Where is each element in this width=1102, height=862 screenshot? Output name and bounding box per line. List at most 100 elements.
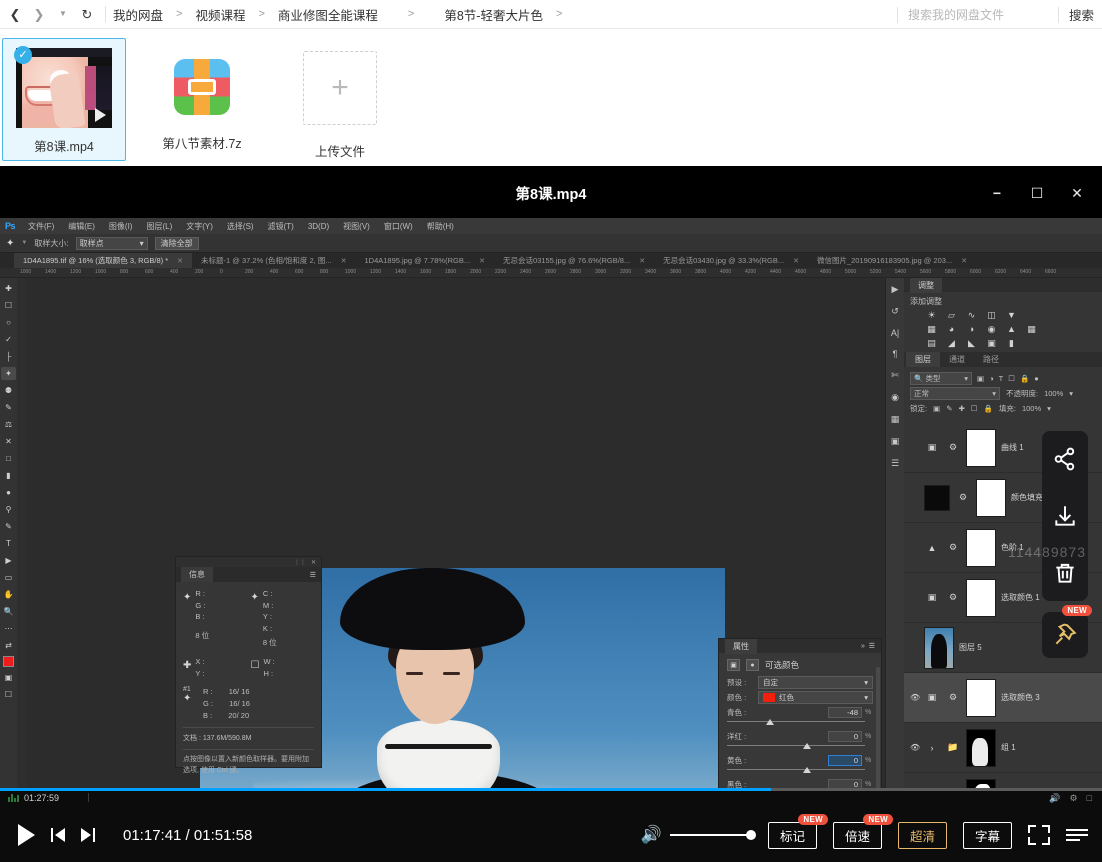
upload-file-button[interactable]: + 上传文件	[278, 38, 402, 161]
file-item-archive[interactable]: 第八节素材.7z	[140, 38, 264, 161]
lock-nesting-icon[interactable]: ☐	[971, 404, 978, 413]
filter-adjustment-icon[interactable]: ◑	[989, 374, 994, 383]
stamp-icon[interactable]: ⚖	[1, 418, 16, 431]
tab-channels[interactable]: 通道	[940, 352, 974, 367]
preset-select[interactable]: 自定 ▾	[758, 676, 873, 689]
healing-icon[interactable]: ⚉	[1, 384, 16, 397]
opacity-value[interactable]: 100%	[1044, 389, 1063, 398]
panel-menu-icon[interactable]: » ☰	[861, 642, 875, 650]
chevron-down-icon[interactable]: ▼	[21, 240, 27, 246]
yellow-value[interactable]: 0	[828, 755, 862, 766]
ps-tab-5[interactable]: 微信图片_20190916183905.jpg @ 203... ✕	[808, 253, 976, 268]
blend-mode-select[interactable]: 正常 ▾	[910, 387, 1000, 400]
path-select-icon[interactable]: ▶	[1, 554, 16, 567]
layer-mask-thumbnail[interactable]	[966, 578, 996, 617]
tab-layers[interactable]: 图层	[906, 352, 940, 367]
actions-icon[interactable]: ✄	[891, 370, 899, 381]
mini-volume-icon[interactable]: 🔊	[1049, 793, 1060, 804]
exposure-icon[interactable]: ◫	[986, 310, 997, 320]
close-icon[interactable]: ✕	[793, 257, 799, 265]
mini-fullscreen-icon[interactable]: □	[1087, 793, 1092, 804]
curves-icon[interactable]: ∿	[966, 310, 977, 320]
breadcrumb-item-3[interactable]: 第8节-轻奢大片色	[444, 5, 543, 24]
search-button[interactable]: 搜索	[1059, 5, 1102, 24]
ps-tab-0[interactable]: 1D4A1895.tif @ 16% (选取颜色 3, RGB/8) * ✕	[14, 253, 193, 268]
close-icon[interactable]: ✕	[341, 257, 347, 265]
selected-check-icon[interactable]: ✓	[14, 46, 32, 64]
breadcrumb-item-0[interactable]: 我的网盘	[113, 5, 163, 24]
eyedropper-icon[interactable]: ✦	[1, 367, 16, 380]
hue-icon[interactable]: ▦	[926, 324, 937, 334]
crop-icon[interactable]: ├	[1, 350, 16, 363]
colorbalance-icon[interactable]: ◕	[946, 324, 957, 334]
yellow-slider-track[interactable]	[727, 767, 873, 777]
chevron-down-icon[interactable]: ▼	[52, 3, 74, 25]
gradient-icon[interactable]: ▮	[1, 469, 16, 482]
filter-smart-icon[interactable]: 🔒	[1020, 374, 1029, 383]
cyan-slider-knob[interactable]	[766, 719, 775, 725]
ps-menu-3d[interactable]: 3D(D)	[301, 222, 336, 231]
back-icon[interactable]: ❮	[4, 3, 26, 25]
volume-knob[interactable]	[745, 830, 756, 840]
ps-tab-3[interactable]: 无忌会话03155.jpg @ 76.6%(RGB/8... ✕	[494, 253, 654, 268]
layer-thumbnail[interactable]	[924, 484, 950, 511]
speaker-icon[interactable]: 🔊	[641, 825, 662, 845]
download-icon[interactable]	[1052, 503, 1078, 529]
vibrance-icon[interactable]: ▼	[1006, 310, 1017, 320]
ps-menu-filter[interactable]: 滤镜(T)	[261, 221, 301, 232]
ps-tab-2[interactable]: 1D4A1895.jpg @ 7.78%(RGB... ✕	[355, 253, 493, 268]
panel-drag-handle[interactable]: ⋮⋮ ✕	[176, 557, 321, 567]
ps-menu-file[interactable]: 文件(F)	[21, 221, 61, 232]
hand-icon[interactable]: ✋	[1, 588, 16, 601]
levels-icon[interactable]: ▱	[946, 310, 957, 320]
selectivecolor-icon[interactable]: ▣	[986, 338, 997, 348]
eraser-icon[interactable]: □	[1, 452, 16, 465]
filter-shape-icon[interactable]: ☐	[1008, 374, 1015, 383]
share-icon[interactable]	[1052, 446, 1078, 472]
threshold-icon[interactable]: ◣	[966, 338, 977, 348]
properties-scrollbar[interactable]	[876, 667, 880, 797]
properties-panel-tab[interactable]: 属性	[725, 638, 757, 654]
colorlookup-icon[interactable]: ▦	[1026, 324, 1037, 334]
layer-mask-thumbnail[interactable]	[976, 478, 1006, 517]
progress-track[interactable]	[0, 788, 1102, 791]
color-select[interactable]: 红色 ▾	[758, 691, 873, 704]
character-icon[interactable]: A|	[891, 328, 899, 338]
playlist-icon[interactable]	[1066, 829, 1088, 841]
volume-slider[interactable]	[669, 830, 756, 840]
history-icon[interactable]: ↺	[891, 306, 899, 317]
table-row[interactable]: 👁 › 📁 组 1	[904, 723, 1102, 773]
layer-visibility-icon[interactable]: 👁	[910, 743, 920, 752]
magenta-value[interactable]: 0	[828, 731, 862, 742]
fullscreen-icon[interactable]	[1028, 825, 1050, 845]
dodge-icon[interactable]: ⚲	[1, 503, 16, 516]
ps-tab-1[interactable]: 未标题-1 @ 37.2% (色相/饱和度 2, 图... ✕	[192, 253, 355, 268]
layers-comp-icon[interactable]: ▦	[891, 414, 900, 425]
foreground-color-swatch[interactable]	[3, 656, 14, 667]
layer-mask-thumbnail[interactable]	[966, 678, 996, 717]
filter-pixel-icon[interactable]: ▣	[977, 374, 984, 383]
gradientmap-icon[interactable]: ▮	[1006, 338, 1017, 348]
lock-all-icon[interactable]: 🔒	[984, 404, 993, 413]
ps-menu-layer[interactable]: 图层(L)	[139, 221, 179, 232]
search-input[interactable]	[897, 1, 1058, 28]
ps-menu-type[interactable]: 文字(Y)	[179, 221, 220, 232]
play-icon[interactable]: ▶	[892, 284, 899, 295]
invert-icon[interactable]: ▤	[926, 338, 937, 348]
pen-icon[interactable]: ✎	[1, 520, 16, 533]
swap-colors-icon[interactable]: ⇄	[1, 639, 16, 652]
subtitle-button[interactable]: 字幕	[962, 821, 1012, 849]
sample-size-select[interactable]: 取样点 ▾	[75, 236, 148, 250]
ps-menu-view[interactable]: 视图(V)	[336, 221, 377, 232]
posterize-icon[interactable]: ◢	[946, 338, 957, 348]
cyan-slider-track[interactable]	[727, 719, 873, 729]
blackwhite-icon[interactable]: ◑	[966, 324, 977, 334]
mark-button[interactable]: 标记 NEW	[767, 813, 828, 849]
breadcrumb-item-2[interactable]: 商业修图全能课程	[278, 5, 378, 24]
layer-mask-thumbnail[interactable]	[966, 428, 996, 467]
maximize-icon[interactable]: ☐	[1026, 182, 1048, 204]
chevron-down-icon[interactable]: ▾	[1069, 389, 1073, 398]
refresh-icon[interactable]: ↻	[76, 3, 98, 25]
table-row[interactable]: 👁 ▣ ⚙ 选取颜色 3	[904, 673, 1102, 723]
brush-icon[interactable]: ✎	[1, 401, 16, 414]
